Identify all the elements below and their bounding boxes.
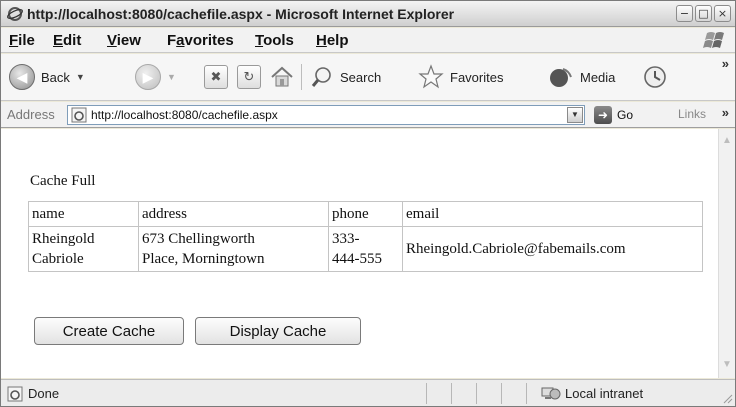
- search-icon: [311, 67, 331, 87]
- cell-email: Rheingold.Cabriole@fabemails.com: [402, 226, 703, 272]
- favorites-star-icon: [418, 64, 444, 89]
- back-arrow-icon: ◀: [9, 64, 35, 90]
- forward-button[interactable]: ▶ ▼: [135, 62, 176, 92]
- column-header: address: [138, 201, 329, 227]
- column-header: phone: [328, 201, 403, 227]
- resize-grip-icon[interactable]: [721, 392, 733, 404]
- menu-bar: File Edit View Favorites Tools Help: [1, 28, 735, 53]
- media-button[interactable]: Media: [548, 62, 615, 92]
- table-header-row: name address phone email: [28, 201, 703, 227]
- address-dropdown-icon[interactable]: ▼: [567, 107, 583, 123]
- home-button[interactable]: [269, 62, 295, 92]
- stop-button[interactable]: ✖: [204, 62, 228, 92]
- menu-view[interactable]: View: [107, 32, 141, 49]
- menu-favorites[interactable]: Favorites: [167, 32, 234, 49]
- search-button[interactable]: Search: [310, 62, 381, 92]
- media-icon: [550, 68, 572, 87]
- standard-toolbar: ◀ Back ▼ ▶ ▼ ✖ ↻ Search Favorites Media …: [1, 54, 735, 101]
- cache-table: name address phone email Rheingold Cabri…: [28, 201, 703, 272]
- page-heading: Cache Full: [30, 173, 96, 189]
- status-divider: [476, 383, 477, 404]
- cell-name: Rheingold Cabriole: [28, 226, 139, 272]
- windows-flag-icon: [703, 32, 724, 48]
- address-bar: Address http://localhost:8080/cachefile.…: [1, 102, 735, 128]
- title-bar: http://localhost:8080/cachefile.aspx - M…: [1, 1, 735, 27]
- column-header: name: [28, 201, 139, 227]
- maximize-button[interactable]: □: [695, 5, 712, 22]
- links-label[interactable]: Links: [678, 107, 706, 121]
- go-button[interactable]: ➜ Go: [594, 106, 633, 124]
- scroll-down-icon[interactable]: ▼: [721, 359, 733, 371]
- table-row: Rheingold Cabriole 673 Chellingworth Pla…: [28, 226, 703, 272]
- toolbar-separator: [301, 64, 302, 90]
- status-divider: [526, 383, 527, 404]
- window-title: http://localhost:8080/cachefile.aspx - M…: [27, 6, 455, 22]
- links-more-chevron[interactable]: »: [722, 105, 729, 120]
- home-icon: [271, 66, 293, 87]
- display-cache-button[interactable]: Display Cache: [195, 317, 361, 345]
- status-divider: [501, 383, 502, 404]
- status-bar: Done Local intranet: [1, 379, 735, 406]
- close-button[interactable]: ×: [714, 5, 731, 22]
- browser-window: http://localhost:8080/cachefile.aspx - M…: [0, 0, 736, 407]
- menu-help[interactable]: Help: [316, 32, 349, 49]
- vertical-scrollbar[interactable]: ▲ ▼: [718, 129, 735, 378]
- cell-phone: 333- 444-555: [328, 226, 403, 272]
- intranet-icon: [541, 387, 561, 400]
- status-divider: [426, 383, 427, 404]
- address-input[interactable]: http://localhost:8080/cachefile.aspx ▼: [67, 105, 585, 125]
- create-cache-button[interactable]: Create Cache: [34, 317, 184, 345]
- history-button[interactable]: [642, 62, 668, 92]
- refresh-icon: ↻: [237, 65, 261, 89]
- security-zone[interactable]: Local intranet: [541, 385, 643, 401]
- column-header: email: [402, 201, 703, 227]
- menu-edit[interactable]: Edit: [53, 32, 81, 49]
- favorites-button[interactable]: Favorites: [418, 62, 503, 92]
- history-icon: [644, 66, 666, 88]
- stop-icon: ✖: [204, 65, 228, 89]
- back-dropdown-icon[interactable]: ▼: [76, 72, 85, 82]
- address-url: http://localhost:8080/cachefile.aspx: [91, 108, 278, 122]
- go-arrow-icon: ➜: [594, 106, 612, 124]
- cell-address: 673 Chellingworth Place, Morningtown: [138, 226, 329, 272]
- back-button[interactable]: ◀ Back ▼: [9, 62, 85, 92]
- menu-tools[interactable]: Tools: [255, 32, 294, 49]
- ie-logo-icon: [7, 7, 23, 21]
- page-content: Cache Full name address phone email Rhei…: [1, 129, 735, 378]
- toolbar-more-chevron[interactable]: »: [722, 56, 729, 71]
- minimize-button[interactable]: −: [676, 5, 693, 22]
- address-label: Address: [7, 107, 55, 122]
- page-done-icon: [7, 386, 23, 402]
- status-text: Done: [28, 386, 60, 401]
- status-divider: [451, 383, 452, 404]
- refresh-button[interactable]: ↻: [237, 62, 261, 92]
- page-ie-icon: [71, 107, 87, 123]
- scroll-up-icon[interactable]: ▲: [721, 135, 733, 147]
- forward-arrow-icon: ▶: [135, 64, 161, 90]
- forward-dropdown-icon[interactable]: ▼: [167, 72, 176, 82]
- menu-file[interactable]: File: [9, 32, 35, 49]
